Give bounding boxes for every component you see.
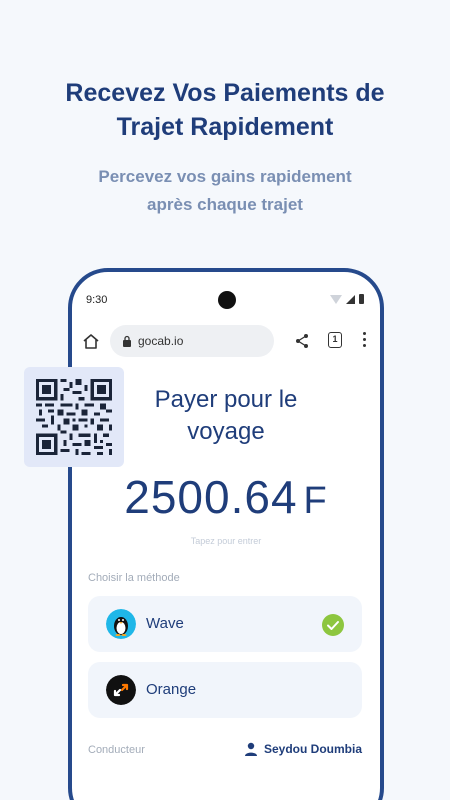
method-name: Wave (146, 615, 184, 632)
orange-money-logo-icon (106, 675, 136, 705)
url-text: gocab.io (138, 334, 184, 348)
wave-logo-icon (106, 609, 136, 639)
method-label: Choisir la méthode (88, 572, 180, 584)
payment-method-orange[interactable]: Orange (88, 662, 362, 718)
amount-input[interactable]: 2500.64 F (72, 470, 380, 524)
subheadline-line-2: après chaque trajet (147, 195, 303, 214)
lock-icon (123, 335, 131, 347)
user-icon (244, 742, 257, 756)
share-icon[interactable] (294, 333, 310, 349)
headline-line-2: Trajet Rapidement (116, 113, 334, 141)
qr-code-icon (36, 379, 112, 455)
system-icons (330, 294, 364, 304)
check-icon (322, 614, 344, 636)
amount-value: 2500.64 (124, 471, 298, 523)
phone-frame: 9:30 gocab.io 1 Payer pour le voyage 250… (68, 268, 384, 800)
wifi-icon (330, 295, 342, 304)
driver-name: Seydou Doumbia (263, 742, 362, 756)
status-bar: 9:30 (72, 272, 380, 328)
subheadline-line-1: Percevez vos gains rapidement (98, 167, 352, 186)
browser-toolbar: gocab.io 1 (72, 322, 380, 360)
subheadline: Percevez vos gains rapidement après chaq… (0, 163, 450, 219)
method-name: Orange (146, 681, 197, 698)
more-menu-icon[interactable] (362, 332, 368, 350)
status-time: 9:30 (86, 294, 108, 306)
qr-code-card (24, 367, 124, 467)
address-bar[interactable]: gocab.io (110, 325, 274, 357)
headline-line-1: Recevez Vos Paiements de (65, 79, 385, 107)
headline: Recevez Vos Paiements de Trajet Rapideme… (0, 76, 450, 144)
driver-label: Conducteur (88, 744, 145, 756)
battery-icon (359, 294, 364, 304)
home-icon[interactable] (82, 332, 100, 350)
currency-symbol: F (303, 480, 328, 522)
signal-icon (346, 295, 355, 304)
camera-hole (218, 291, 236, 309)
payment-method-wave[interactable]: Wave (88, 596, 362, 652)
amount-hint: Tapez pour entrer (190, 536, 262, 546)
tabs-count-button[interactable]: 1 (328, 332, 342, 348)
driver-info: Seydou Doumbia (244, 742, 362, 756)
